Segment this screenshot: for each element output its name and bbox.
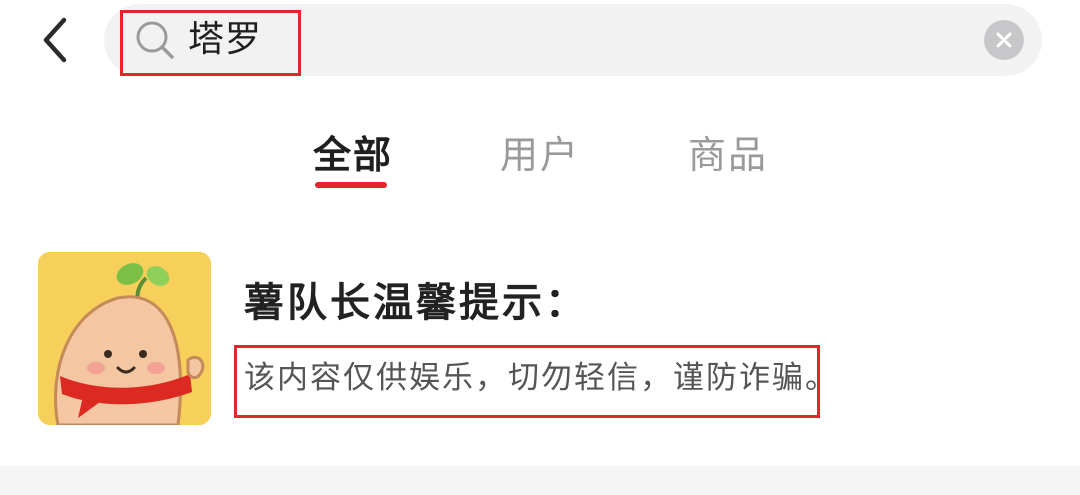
notice-description: 该内容仅供娱乐，切勿轻信，谨防诈骗。: [244, 360, 838, 396]
back-button[interactable]: [30, 10, 80, 70]
notice-title: 薯队长温馨提示：: [244, 280, 588, 326]
active-tab-indicator: [315, 182, 387, 188]
search-icon: [136, 21, 174, 59]
search-input[interactable]: 塔罗: [188, 14, 262, 66]
tab-bar: 全部 用户 商品: [0, 125, 1080, 195]
tab-all[interactable]: 全部: [313, 125, 393, 185]
avatar: [38, 252, 211, 425]
section-divider: [0, 466, 1080, 495]
close-icon: [996, 32, 1012, 48]
clear-search-button[interactable]: [984, 20, 1024, 60]
chevron-left-icon: [43, 17, 67, 63]
tab-users[interactable]: 用户: [500, 125, 580, 185]
search-bar[interactable]: 塔罗: [104, 4, 1042, 76]
sweet-potato-mascot-icon: [38, 252, 211, 425]
tab-products[interactable]: 商品: [688, 125, 768, 185]
